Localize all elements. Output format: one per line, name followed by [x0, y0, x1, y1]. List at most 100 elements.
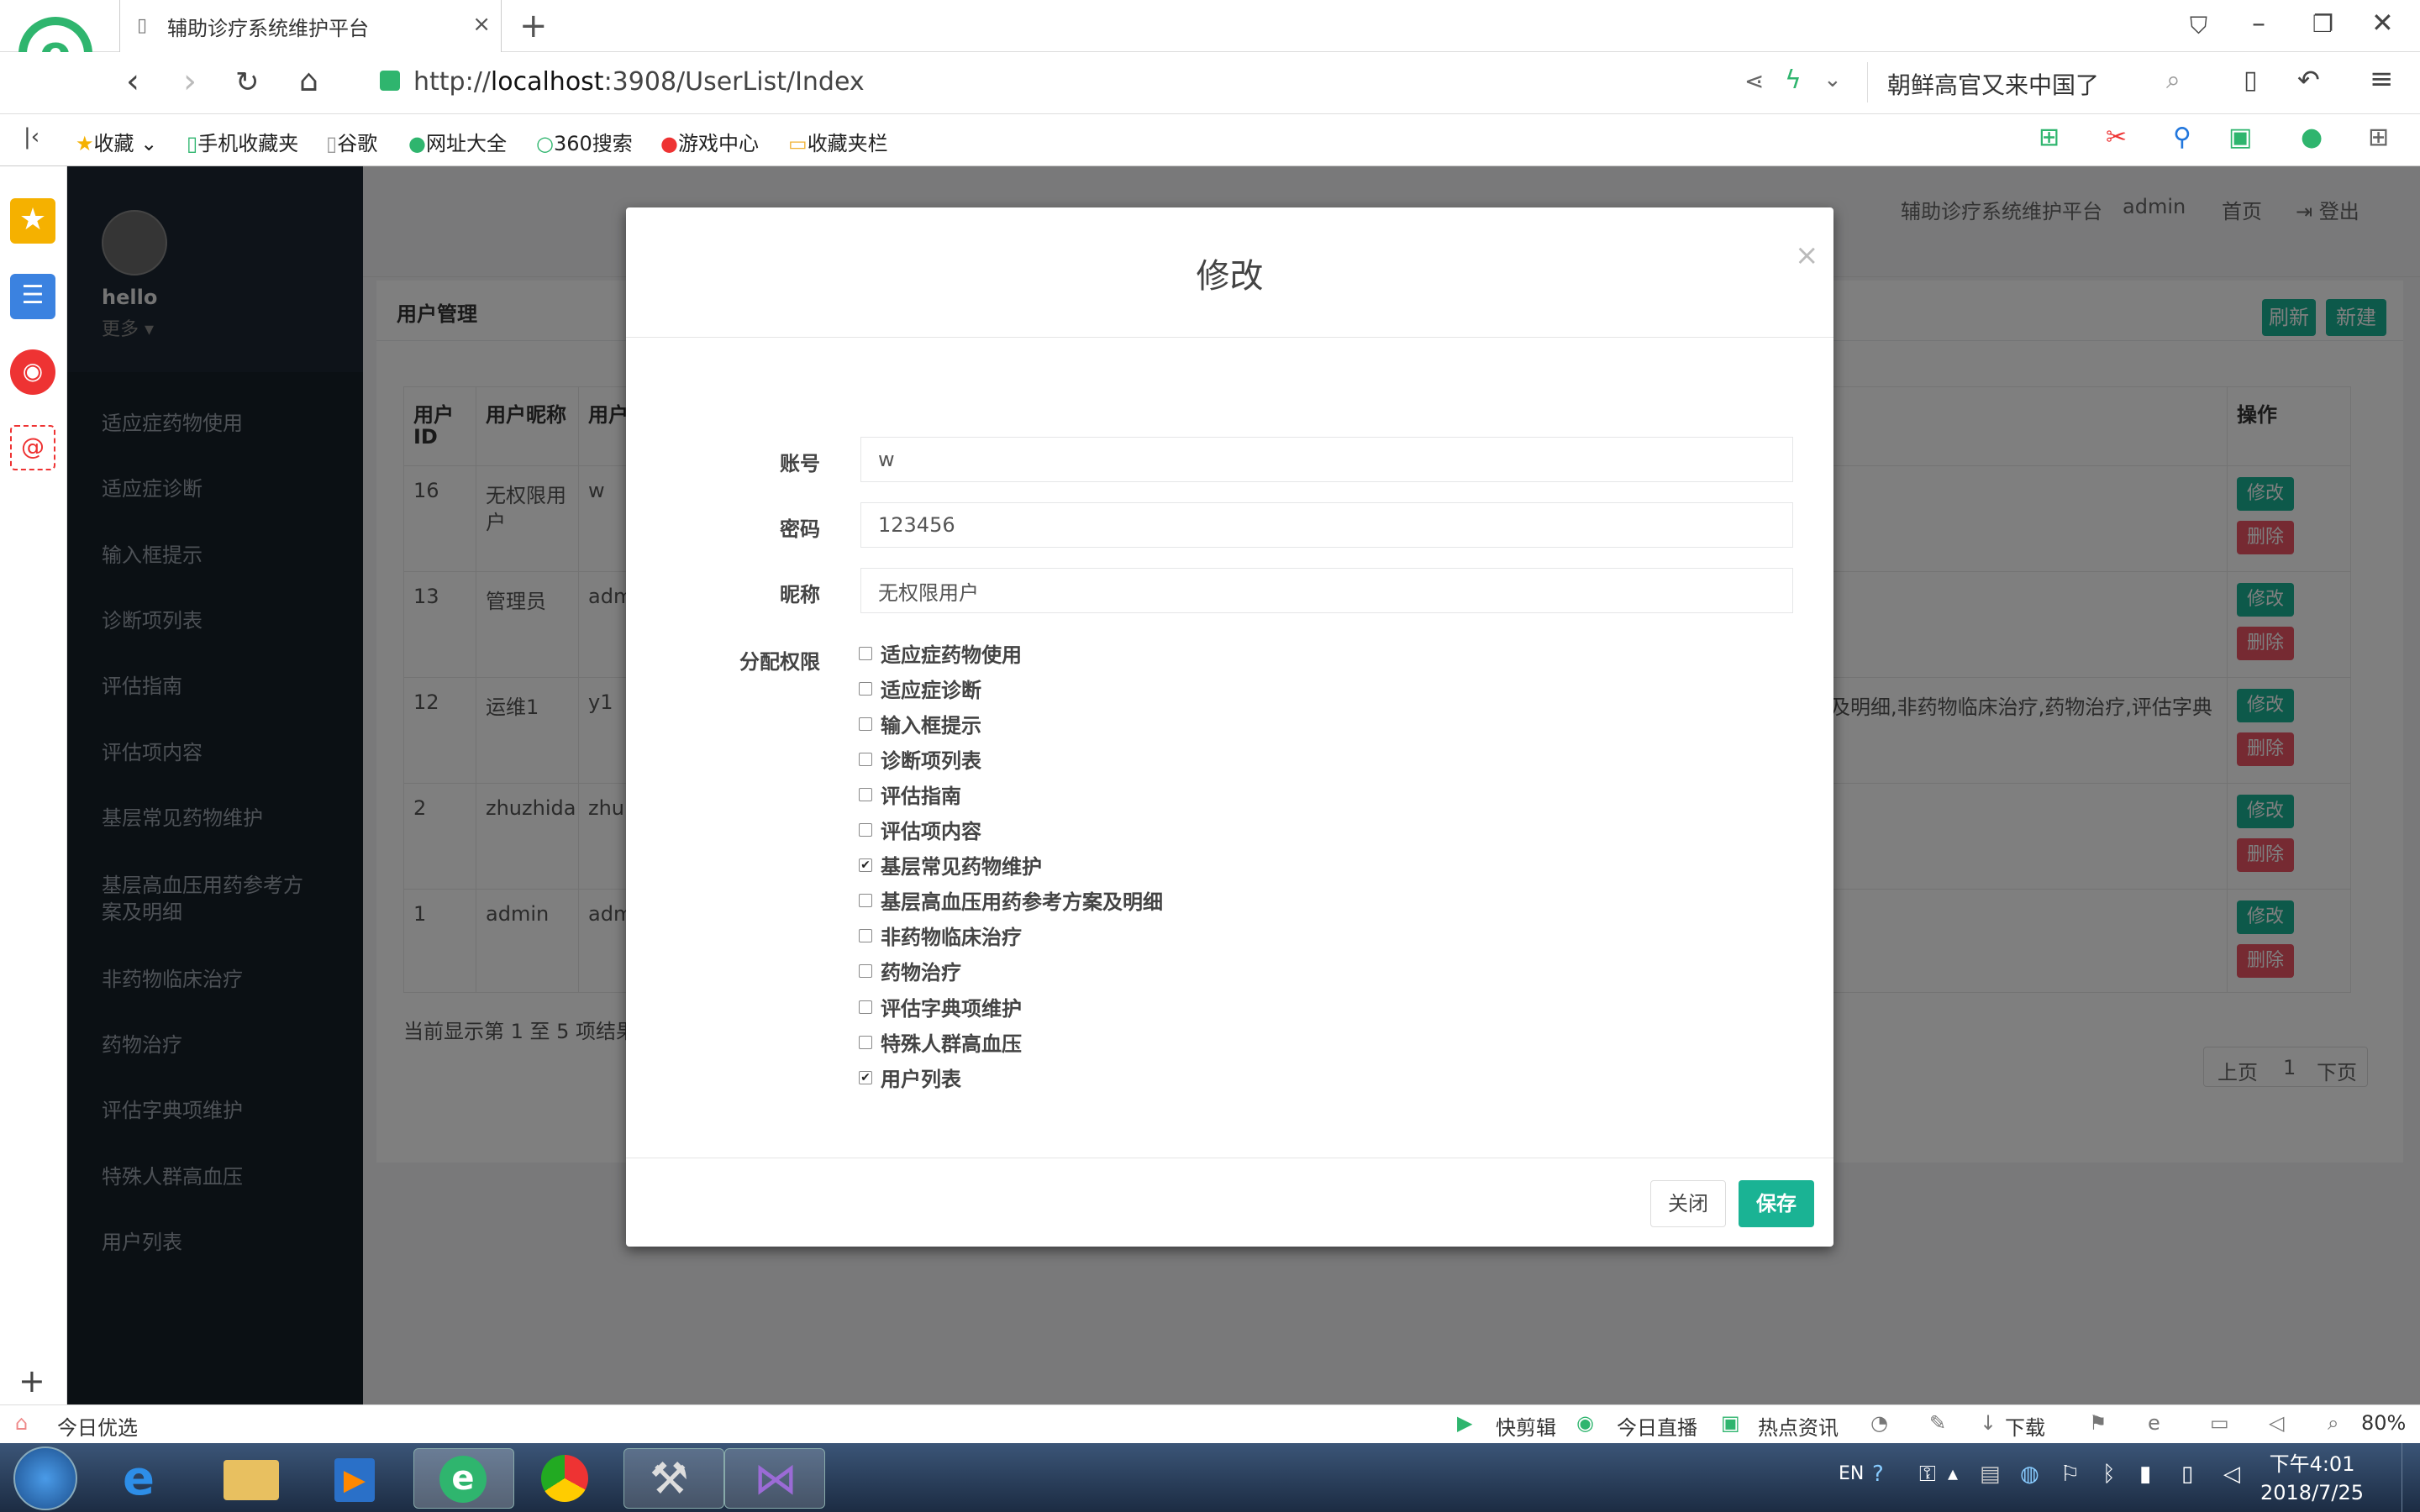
permission-checkbox-9[interactable]: 药物治疗: [859, 956, 961, 985]
permission-checkbox-6[interactable]: ✔ 基层常见药物维护: [859, 850, 1042, 879]
search-icon[interactable]: ⌕: [2166, 66, 2181, 95]
action-center-icon[interactable]: ⚐: [2060, 1462, 2080, 1487]
checkbox[interactable]: [859, 1000, 872, 1014]
minimize-icon[interactable]: –: [2252, 7, 2265, 39]
password-field[interactable]: [860, 502, 1793, 548]
permission-checkbox-12[interactable]: ✔ 用户列表: [859, 1063, 961, 1092]
tray-icon[interactable]: ⚿: [1919, 1462, 1936, 1488]
taskbar-visual-studio[interactable]: ⋈: [724, 1448, 825, 1509]
maximize-icon[interactable]: ❐: [2312, 10, 2333, 38]
bookmark-games[interactable]: ●游戏中心: [660, 127, 759, 156]
search-input[interactable]: 朝鲜高官又来中国了: [1887, 67, 2099, 101]
checkbox[interactable]: [859, 717, 872, 731]
checkbox[interactable]: ✔: [859, 858, 872, 872]
close-button[interactable]: 关闭: [1650, 1180, 1726, 1227]
permission-checkbox-8[interactable]: 非药物临床治疗: [859, 921, 1022, 950]
volume-icon[interactable]: ◁: [2223, 1462, 2240, 1487]
clock[interactable]: 下午4:01 2018/7/25: [2260, 1450, 2364, 1507]
favorites-icon[interactable]: ★: [10, 198, 55, 244]
checkbox[interactable]: [859, 963, 872, 978]
checkbox[interactable]: [859, 893, 872, 907]
checkbox[interactable]: [859, 787, 872, 801]
apps-icon[interactable]: ⊞: [2368, 123, 2389, 152]
language-indicator[interactable]: EN: [1839, 1463, 1864, 1484]
battery-icon[interactable]: ▮: [2139, 1462, 2151, 1487]
reload-icon[interactable]: ↻: [235, 66, 260, 99]
tray-icon[interactable]: ◍: [2020, 1462, 2039, 1487]
mail-icon[interactable]: @: [10, 425, 55, 470]
pin-icon[interactable]: ✎: [1929, 1411, 1946, 1435]
ie-icon[interactable]: e: [2148, 1411, 2160, 1435]
account-field[interactable]: [860, 437, 1793, 482]
new-tab-button[interactable]: +: [519, 7, 548, 45]
magnifier-icon[interactable]: ⚲: [2173, 123, 2191, 152]
flag-icon[interactable]: ⚑: [2089, 1411, 2107, 1435]
help-icon[interactable]: ?: [1872, 1462, 1884, 1487]
checkbox[interactable]: [859, 928, 872, 942]
tray-icon[interactable]: ▤: [1980, 1462, 2001, 1487]
lightning-icon[interactable]: ϟ: [1785, 66, 1802, 95]
weibo-icon[interactable]: ◉: [10, 349, 55, 395]
nickname-field[interactable]: [860, 568, 1793, 613]
add-icon[interactable]: +: [18, 1362, 45, 1399]
undo-icon[interactable]: ↶: [2297, 64, 2320, 96]
checkbox[interactable]: ✔: [859, 1070, 872, 1084]
checkbox[interactable]: [859, 1035, 872, 1049]
zoom-icon[interactable]: ⌕: [2328, 1411, 2338, 1435]
permission-checkbox-4[interactable]: 评估指南: [859, 780, 961, 809]
live-link[interactable]: 今日直播: [1617, 1411, 1697, 1441]
zoom-level[interactable]: 80%: [2361, 1411, 2406, 1435]
bookmark-google[interactable]: ▯谷歌: [326, 127, 377, 156]
permission-checkbox-7[interactable]: 基层高血压用药参考方案及明细: [859, 885, 1163, 915]
mobile-icon[interactable]: ▯: [2244, 66, 2258, 95]
scissors-icon[interactable]: ✂: [2106, 123, 2127, 152]
permission-checkbox-1[interactable]: 适应症诊断: [859, 674, 981, 703]
permission-checkbox-2[interactable]: 输入框提示: [859, 709, 981, 738]
news-link[interactable]: 热点资讯: [1758, 1411, 1839, 1441]
gamepad-icon[interactable]: ▣: [2228, 123, 2252, 152]
forward-icon[interactable]: ›: [183, 62, 197, 101]
extension-icon[interactable]: ⊞: [2039, 123, 2060, 152]
chevron-down-icon[interactable]: ⌄: [1823, 67, 1842, 92]
shirt-icon[interactable]: ⛉: [2190, 12, 2207, 40]
permission-checkbox-11[interactable]: 特殊人群高血压: [859, 1027, 1022, 1057]
speed-icon[interactable]: ◔: [1870, 1411, 1888, 1435]
taskbar-media[interactable]: ▶: [302, 1448, 403, 1509]
bookmark-sites[interactable]: ●网址大全: [408, 127, 507, 156]
bookmark-360search[interactable]: ○360搜索: [536, 127, 633, 156]
show-hidden-icon[interactable]: ▴: [1948, 1462, 1958, 1485]
volume-icon[interactable]: ◁: [2269, 1411, 2284, 1435]
quick-clip-link[interactable]: 快剪辑: [1496, 1411, 1556, 1441]
taskbar-browser[interactable]: e: [413, 1448, 514, 1509]
permission-checkbox-3[interactable]: 诊断项列表: [859, 744, 981, 774]
collapse-sidebar-icon[interactable]: |‹: [24, 124, 39, 150]
url-input[interactable]: http://localhost:3908/UserList/Index: [413, 67, 865, 97]
bookmark-mobile[interactable]: ▯手机收藏夹: [187, 127, 298, 156]
browser-tab[interactable]: ▯ 辅助诊疗系统维护平台 ×: [119, 0, 502, 52]
permission-checkbox-0[interactable]: 适应症药物使用: [859, 638, 1022, 668]
back-icon[interactable]: ‹: [126, 62, 139, 101]
show-desktop-button[interactable]: [2402, 1443, 2420, 1512]
bluetooth-icon[interactable]: ᛒ: [2102, 1462, 2116, 1487]
today-picks-link[interactable]: 今日优选: [57, 1411, 138, 1441]
checkbox[interactable]: [859, 646, 872, 660]
bookmark-favorites[interactable]: ★收藏 ⌄: [76, 127, 157, 156]
menu-icon[interactable]: ≡: [2370, 62, 2394, 96]
share-icon[interactable]: ⋖: [1744, 67, 1764, 95]
download-link[interactable]: 下载: [2005, 1411, 2045, 1441]
checkbox[interactable]: [859, 681, 872, 696]
taskbar-explorer[interactable]: [202, 1448, 302, 1509]
save-button[interactable]: 保存: [1739, 1180, 1814, 1227]
checkbox[interactable]: [859, 752, 872, 766]
bookmark-folder[interactable]: ▭收藏夹栏: [788, 127, 888, 156]
reader-icon[interactable]: ☰: [10, 274, 55, 319]
window-close-icon[interactable]: ✕: [2371, 7, 2394, 39]
start-button[interactable]: [13, 1446, 77, 1510]
home-icon[interactable]: ⌂: [299, 64, 318, 98]
network-icon[interactable]: ▯: [2181, 1462, 2193, 1487]
permission-checkbox-10[interactable]: 评估字典项维护: [859, 992, 1022, 1021]
taskbar-ie[interactable]: e: [101, 1448, 202, 1509]
window-icon[interactable]: ▭: [2210, 1411, 2229, 1435]
tab-close-icon[interactable]: ×: [472, 12, 491, 37]
modal-close-icon[interactable]: ×: [1795, 239, 1819, 272]
